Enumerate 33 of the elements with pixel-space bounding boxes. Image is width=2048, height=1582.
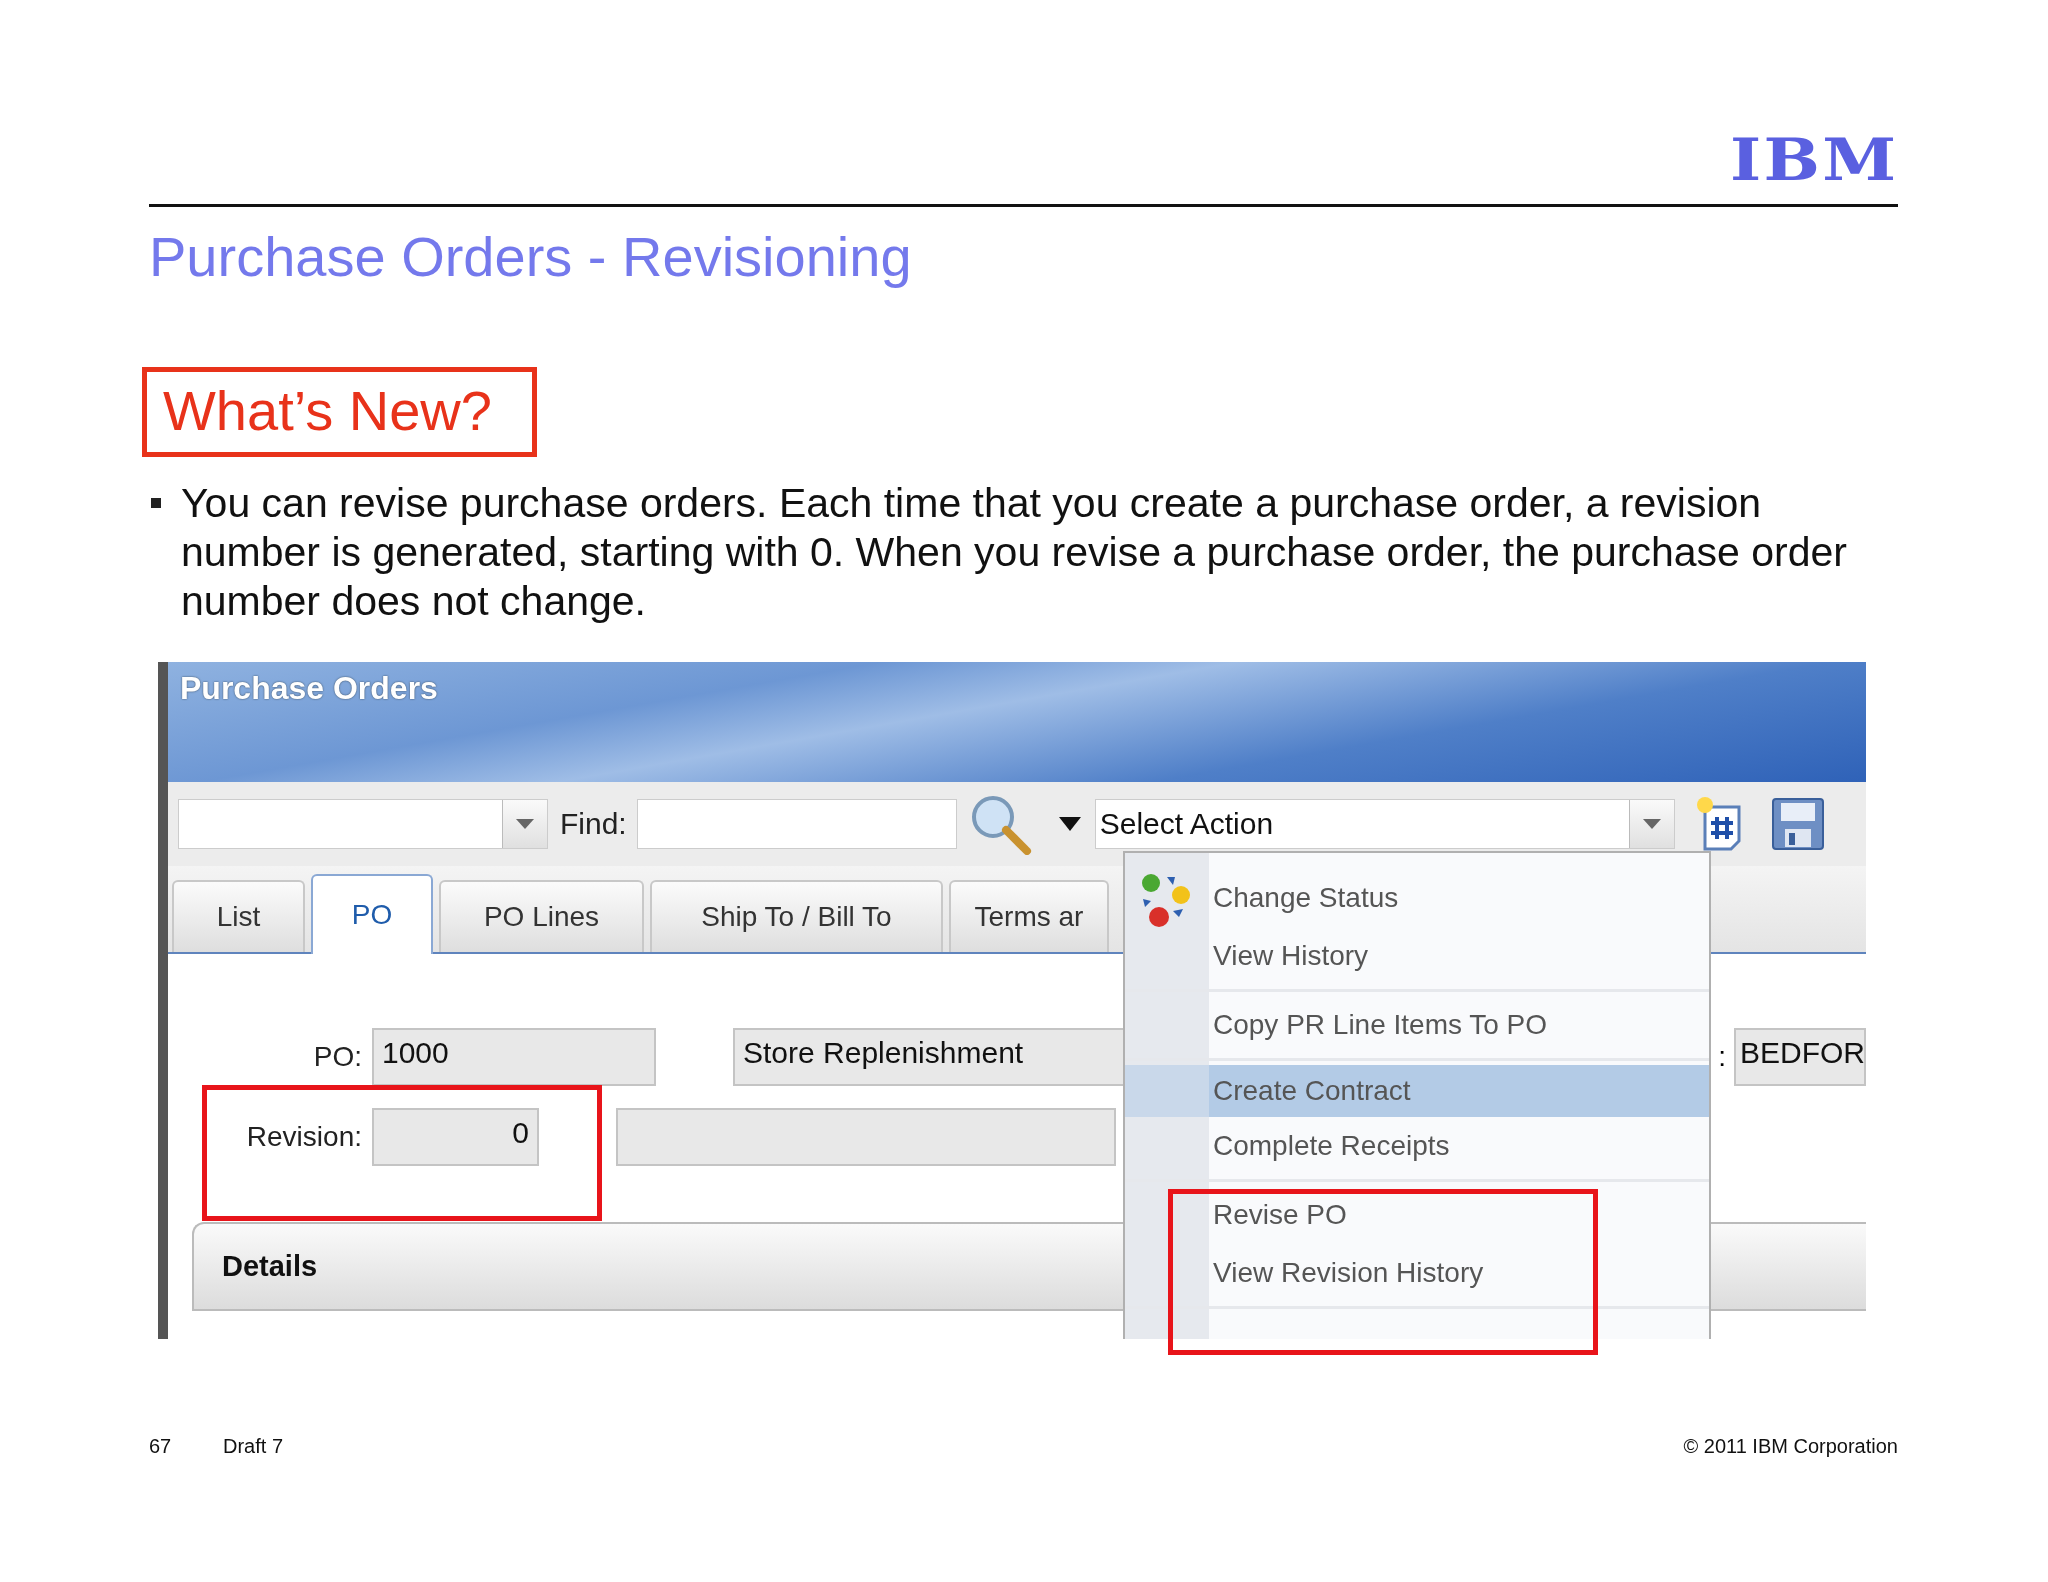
tab[interactable]: Terms ar — [949, 880, 1109, 952]
tab[interactable]: Ship To / Bill To — [650, 880, 943, 952]
find-field[interactable] — [636, 799, 957, 849]
menu-item[interactable]: View Revision History — [1125, 1244, 1709, 1302]
caret-icon[interactable] — [1058, 817, 1081, 831]
menu-item[interactable]: Create Contract — [1125, 1065, 1709, 1117]
caret-icon — [516, 819, 534, 829]
query-combo[interactable] — [178, 799, 548, 849]
find-label: Find: — [560, 807, 627, 841]
tab[interactable]: PO Lines — [439, 880, 644, 952]
callout-heading: What’s New? — [142, 367, 537, 457]
bullet-icon — [151, 498, 161, 508]
menu-item[interactable]: Complete Receipts — [1125, 1117, 1709, 1175]
draft-label: Draft 7 — [223, 1435, 284, 1458]
action-select[interactable]: Select Action — [1094, 799, 1675, 849]
po-label: PO: — [312, 1041, 363, 1073]
po-field[interactable]: 1000 — [372, 1028, 656, 1086]
copyright: © 2011 IBM Corporation — [1683, 1435, 1898, 1458]
revision-label: Revision: — [245, 1121, 363, 1153]
caret-icon — [1642, 819, 1661, 829]
ibm-logo: IBM — [1729, 130, 1898, 190]
window-title: Purchase Orders — [168, 662, 1866, 782]
page-number: 67 — [149, 1435, 173, 1458]
tab[interactable]: PO — [311, 874, 433, 954]
revision-field[interactable]: 0 — [372, 1108, 539, 1166]
site-field[interactable]: BEDFOR — [1734, 1028, 1866, 1086]
empty-field[interactable] — [616, 1108, 1116, 1166]
menu-item[interactable]: View History — [1125, 927, 1709, 985]
slide-title: Purchase Orders - Revisioning — [149, 225, 913, 289]
menu-item[interactable]: Change Status — [1125, 869, 1709, 927]
colon-label: : — [1718, 1041, 1726, 1073]
bullet-text: You can revise purchase orders. Each time that you create a purchase order, a revision number is generated, starting with 0. When you revise a purchase order, the purchase order number does not change. — [181, 479, 1848, 626]
tab[interactable]: List — [172, 880, 305, 952]
